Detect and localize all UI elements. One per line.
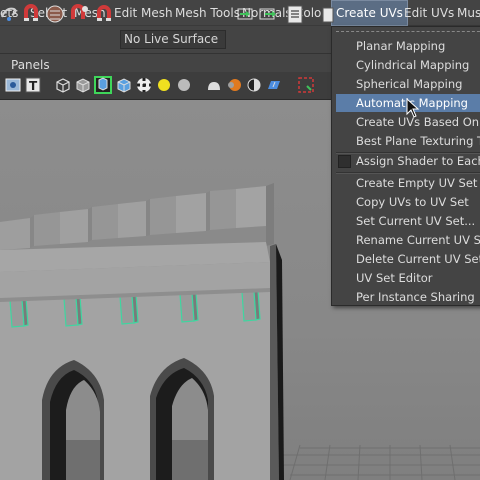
menu-muscle[interactable]: Musc: [457, 0, 480, 26]
depth-of-field-icon[interactable]: [265, 76, 283, 94]
menu-item-rename-current-uv-set[interactable]: Rename Current UV Set...: [336, 231, 480, 249]
isolate-select-icon[interactable]: [297, 76, 315, 94]
menu-create-uvs[interactable]: Create UVs: [331, 0, 408, 26]
text-icon[interactable]: T: [24, 76, 42, 94]
lighting-icon[interactable]: [155, 76, 173, 94]
live-surface-field[interactable]: No Live Surface: [120, 30, 226, 49]
xray-active-components-icon[interactable]: [94, 76, 112, 94]
create-uvs-dropdown: Planar Mapping Cylindrical Mapping Spher…: [331, 26, 480, 306]
window-icon[interactable]: [320, 3, 342, 25]
menu-item-best-plane-texturing-tool[interactable]: Best Plane Texturing Tool: [336, 132, 480, 150]
menu-item-assign-shader[interactable]: Assign Shader to Each Projection: [336, 152, 480, 170]
anti-aliasing-icon[interactable]: [245, 76, 263, 94]
battlements: [0, 183, 274, 272]
shadows-icon[interactable]: [175, 76, 193, 94]
texture-checker-icon[interactable]: [135, 76, 153, 94]
snap-to-curves-icon[interactable]: [44, 3, 66, 25]
menu-mesh-tools[interactable]: Mesh Tools: [175, 0, 240, 26]
lasso-select-icon[interactable]: [0, 3, 22, 25]
camera-attributes-icon[interactable]: [4, 76, 22, 94]
svg-text:T: T: [29, 79, 38, 93]
menu-item-delete-current-uv-set[interactable]: Delete Current UV Set: [336, 250, 480, 268]
mouse-cursor-icon: [406, 98, 420, 118]
snap-to-points-icon[interactable]: [68, 3, 90, 25]
menu-item-create-empty-uv-set[interactable]: Create Empty UV Set: [336, 174, 480, 192]
menu-edit-uvs[interactable]: Edit UVs: [404, 0, 454, 26]
snap-to-view-plane-icon[interactable]: [94, 3, 116, 25]
menu-item-per-instance-sharing[interactable]: Per Instance Sharing: [336, 288, 480, 306]
wireframe-cube-icon[interactable]: [54, 76, 72, 94]
menu-item-set-current-uv-set[interactable]: Set Current UV Set...: [336, 212, 480, 230]
shaded-cube-icon[interactable]: [115, 76, 133, 94]
construction-history-icon[interactable]: [234, 3, 256, 25]
menu-item-copy-uvs-to-uv-set[interactable]: Copy UVs to UV Set: [336, 193, 480, 211]
menu-item-spherical-mapping[interactable]: Spherical Mapping: [336, 75, 480, 93]
menu-item-planar-mapping[interactable]: Planar Mapping: [336, 37, 480, 55]
screen-space-ao-icon[interactable]: [205, 76, 223, 94]
motion-blur-icon[interactable]: [225, 76, 243, 94]
menu-item-cylindrical-mapping[interactable]: Cylindrical Mapping: [336, 56, 480, 74]
tear-off-line[interactable]: [336, 31, 480, 36]
smooth-shade-cube-icon[interactable]: [74, 76, 92, 94]
magnet-snap-grid-icon[interactable]: [20, 3, 42, 25]
render-frame-icon[interactable]: [257, 3, 279, 25]
menu-edit-mesh[interactable]: Edit Mesh: [114, 0, 173, 26]
panels-menu[interactable]: Panels: [11, 58, 50, 72]
clipboard-icon[interactable]: [284, 3, 306, 25]
menu-item-uv-set-editor[interactable]: UV Set Editor: [336, 269, 480, 287]
